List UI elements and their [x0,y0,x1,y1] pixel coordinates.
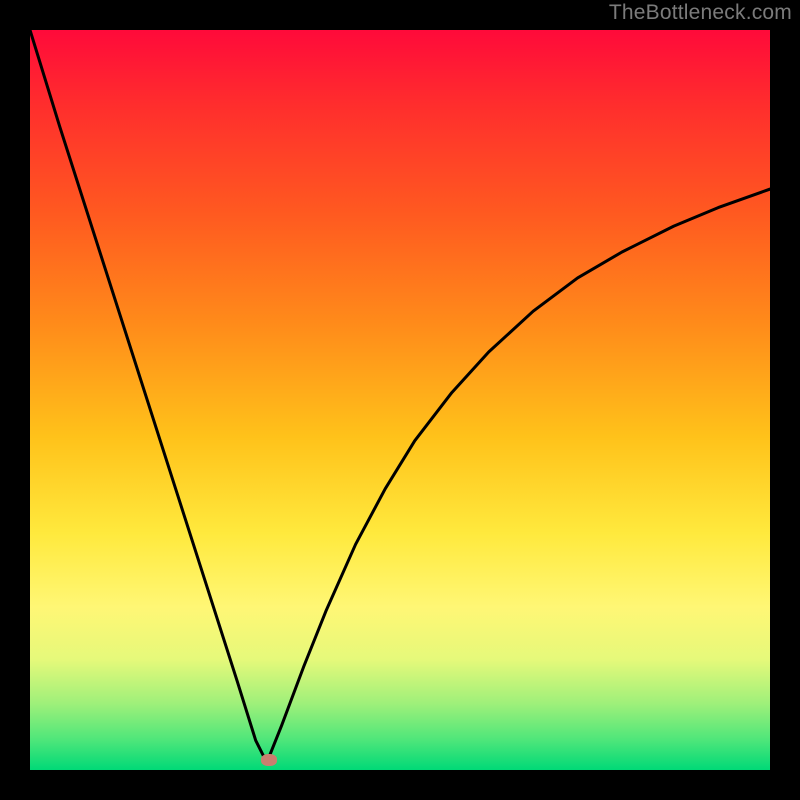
plot-area [30,30,770,770]
bottleneck-curve [30,30,770,770]
watermark-label: TheBottleneck.com [609,1,792,25]
optimum-marker [261,754,277,766]
chart-frame: TheBottleneck.com [0,0,800,800]
